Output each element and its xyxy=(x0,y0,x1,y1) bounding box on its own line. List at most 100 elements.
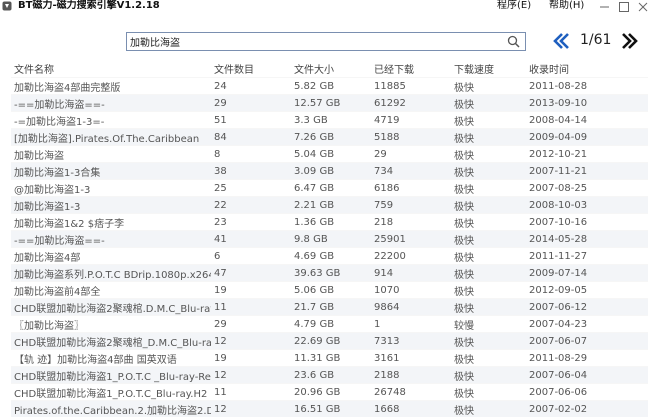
cell-speed: 极快 xyxy=(451,264,526,282)
cell-downloaded: 11885 xyxy=(371,77,451,95)
column-header-count[interactable]: 文件数目 xyxy=(211,60,291,78)
cell-speed: 极快 xyxy=(451,281,526,299)
column-header-downloaded[interactable]: 已经下载 xyxy=(371,60,451,78)
page-indicator: 1/61 xyxy=(580,32,612,48)
cell-size: 12.57 GB xyxy=(291,94,371,112)
table-row[interactable]: CHD联盟加勒比海盗1_P.O.T.C _Blu-ray-Re 12 23.6 GB… xyxy=(11,366,648,384)
cell-count: 29 xyxy=(211,94,291,112)
cell-speed: 极快 xyxy=(451,162,526,180)
column-header-size[interactable]: 文件大小 xyxy=(291,60,371,78)
cell-downloaded: 759 xyxy=(371,196,451,214)
cell-size: 4.79 GB xyxy=(291,315,371,333)
cell-speed: 极快 xyxy=(451,247,526,265)
table-row[interactable]: 〖加勒比海盗〗 29 4.79 GB 1 较慢 2007-04-23 xyxy=(11,315,648,333)
table-row[interactable]: CHD联盟加勒比海盗2聚魂棺.D.M.C_Blu-ray 11 21.7 GB 986… xyxy=(11,298,648,316)
cell-downloaded: 218 xyxy=(371,213,451,231)
cell-downloaded: 1 xyxy=(371,315,451,333)
cell-date: 2008-10-03 xyxy=(526,196,648,214)
table-row[interactable]: 加勒比海盗1-3合集 38 3.09 GB 734 极快 2007-11-21 xyxy=(11,162,648,180)
cell-speed: 极快 xyxy=(451,230,526,248)
cell-count: 19 xyxy=(211,349,291,367)
cell-name: @加勒比海盗1-3 xyxy=(11,179,211,197)
table-row[interactable]: -==加勒比海盗==- 41 9.8 GB 25901 极快 2014-05-28 xyxy=(11,230,648,248)
cell-name: 加勒比海盗4部 xyxy=(11,247,211,265)
cell-name: Pirates.of.the.Caribbean.2.加勒比海盗2.D xyxy=(11,400,211,417)
close-icon[interactable] xyxy=(636,0,650,14)
table-row[interactable]: CHD联盟加勒比海盗2聚魂棺_D.M.C_Blu-ray 12 22.69 GB 73… xyxy=(11,332,648,350)
column-header-date[interactable]: 收录时间 xyxy=(526,60,648,78)
column-header-speed[interactable]: 下载速度 xyxy=(451,60,526,78)
maximize-icon[interactable] xyxy=(617,0,631,14)
cell-size: 5.82 GB xyxy=(291,77,371,95)
cell-downloaded: 1070 xyxy=(371,281,451,299)
cell-name: 加勒比海盗 xyxy=(11,145,211,163)
cell-date: 2012-09-05 xyxy=(526,281,648,299)
cell-name: -=加勒比海盗1-3=- xyxy=(11,111,211,129)
table-row[interactable]: 加勒比海盗前4部全 19 5.06 GB 1070 极快 2012-09-05 xyxy=(11,281,648,299)
table-row[interactable]: CHD联盟加勒比海盗1_P.O.T.C_Blu-ray.H2 11 20.96 GB… xyxy=(11,383,648,401)
cell-date: 2012-10-21 xyxy=(526,145,648,163)
cell-count: 38 xyxy=(211,162,291,180)
cell-size: 4.69 GB xyxy=(291,247,371,265)
cell-downloaded: 1668 xyxy=(371,400,451,417)
cell-size: 22.69 GB xyxy=(291,332,371,350)
cell-name: -==加勒比海盗==- xyxy=(11,230,211,248)
cell-name: 加勒比海盗1&2 $痞子李 xyxy=(11,213,211,231)
app-icon xyxy=(2,1,12,11)
cell-date: 2007-06-07 xyxy=(526,332,648,350)
cell-size: 1.36 GB xyxy=(291,213,371,231)
cell-speed: 极快 xyxy=(451,77,526,95)
cell-speed: 极快 xyxy=(451,145,526,163)
cell-name: 〖加勒比海盗〗 xyxy=(11,315,211,333)
cell-speed: 极快 xyxy=(451,196,526,214)
cell-speed: 极快 xyxy=(451,366,526,384)
cell-size: 5.06 GB xyxy=(291,281,371,299)
table-row[interactable]: -==加勒比海盗==- 29 12.57 GB 61292 极快 2013-09-10 xyxy=(11,94,648,112)
cell-speed: 极快 xyxy=(451,400,526,417)
table-row[interactable]: @加勒比海盗1-3 25 6.47 GB 6186 极快 2007-08-25 xyxy=(11,179,648,197)
chevron-right-icon[interactable] xyxy=(620,30,642,52)
cell-date: 2008-04-14 xyxy=(526,111,648,129)
table-row[interactable]: 加勒比海盗系列.P.O.T.C BDrip.1080p.x264 47 39.63 … xyxy=(11,264,648,282)
table-row[interactable]: Pirates.of.the.Caribbean.2.加勒比海盗2.D 12 16.… xyxy=(11,400,648,417)
table-row[interactable]: 加勒比海盗1-3 22 2.21 GB 759 极快 2008-10-03 xyxy=(11,196,648,214)
cell-date: 2009-07-14 xyxy=(526,264,648,282)
table-row[interactable]: [加勒比海盗].Pirates.Of.The.Caribbean 84 7.26 G… xyxy=(11,128,648,146)
menu-help[interactable]: 帮助(H) xyxy=(549,0,584,13)
cell-downloaded: 3161 xyxy=(371,349,451,367)
cell-count: 41 xyxy=(211,230,291,248)
cell-downloaded: 26748 xyxy=(371,383,451,401)
search-input[interactable] xyxy=(130,33,500,50)
cell-count: 12 xyxy=(211,332,291,350)
search-icon[interactable] xyxy=(507,35,520,48)
cell-date: 2007-02-02 xyxy=(526,400,648,417)
cell-name: CHD联盟加勒比海盗1_P.O.T.C _Blu-ray-Re xyxy=(11,366,211,384)
table-row[interactable]: 加勒比海盗 8 5.04 GB 29 极快 2012-10-21 xyxy=(11,145,648,163)
cell-count: 84 xyxy=(211,128,291,146)
cell-speed: 极快 xyxy=(451,213,526,231)
cell-date: 2011-08-29 xyxy=(526,349,648,367)
cell-downloaded: 9864 xyxy=(371,298,451,316)
column-header-name[interactable]: 文件名称 xyxy=(11,60,211,78)
minimize-icon[interactable] xyxy=(598,0,612,14)
cell-date: 2007-11-21 xyxy=(526,162,648,180)
table-row[interactable]: -=加勒比海盗1-3=- 51 3.3 GB 4719 极快 2008-04-14 xyxy=(11,111,648,129)
cell-size: 7.26 GB xyxy=(291,128,371,146)
cell-name: [加勒比海盗].Pirates.Of.The.Caribbean xyxy=(11,128,211,146)
table-row[interactable]: 加勒比海盗4部曲完整版 24 5.82 GB 11885 极快 2011-08-28 xyxy=(11,77,648,95)
cell-count: 12 xyxy=(211,400,291,417)
cell-size: 2.21 GB xyxy=(291,196,371,214)
cell-speed: 极快 xyxy=(451,94,526,112)
results-table: 文件名称 文件数目 文件大小 已经下载 下载速度 收录时间 加勒比海盗4部曲完整… xyxy=(11,60,648,417)
cell-date: 2011-11-27 xyxy=(526,247,648,265)
chevron-left-icon[interactable] xyxy=(549,30,571,52)
cell-name: CHD联盟加勒比海盗2聚魂棺_D.M.C_Blu-ray xyxy=(11,332,211,350)
cell-count: 19 xyxy=(211,281,291,299)
cell-name: 加勒比海盗前4部全 xyxy=(11,281,211,299)
table-row[interactable]: 【轨 迹】加勒比海盗4部曲 国英双语 19 11.31 GB 3161 极快 2011-0… xyxy=(11,349,648,367)
cell-date: 2007-06-12 xyxy=(526,298,648,316)
cell-size: 3.09 GB xyxy=(291,162,371,180)
table-row[interactable]: 加勒比海盗4部 6 4.69 GB 22200 极快 2011-11-27 xyxy=(11,247,648,265)
menu-program[interactable]: 程序(E) xyxy=(497,0,531,13)
table-row[interactable]: 加勒比海盗1&2 $痞子李 23 1.36 GB 218 极快 2007-10-16 xyxy=(11,213,648,231)
